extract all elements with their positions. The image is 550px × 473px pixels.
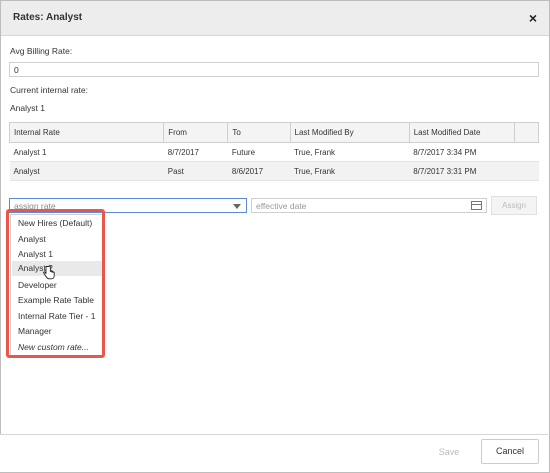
table-row[interactable]: Analyst Past 8/6/2017 True, Frank 8/7/20…: [9, 161, 539, 181]
cell-internal-rate: Analyst: [9, 161, 164, 181]
cell-internal-rate: Analyst 1: [9, 142, 164, 162]
column-header-to[interactable]: To: [227, 122, 291, 143]
assign-button[interactable]: Assign: [491, 196, 537, 215]
avg-billing-rate-value: 0: [14, 65, 19, 75]
effective-date-placeholder: effective date: [256, 201, 307, 211]
table-header-row: Internal Rate From To Last Modified By L…: [8, 122, 540, 143]
hand-pointer-icon: [43, 265, 55, 280]
cell-modified-by: True, Frank: [290, 161, 410, 181]
avg-billing-rate-label: Avg Billing Rate:: [10, 46, 73, 56]
cell-modified-date: 8/7/2017 3:34 PM: [409, 142, 515, 162]
rates-table: Internal Rate From To Last Modified By L…: [8, 122, 540, 181]
table-row[interactable]: Analyst 1 8/7/2017 Future True, Frank 8/…: [9, 142, 539, 162]
column-header-internal-rate[interactable]: Internal Rate: [8, 122, 165, 143]
current-internal-rate-value: Analyst 1: [10, 103, 45, 113]
column-header-spacer: [513, 122, 540, 143]
dialog-title: Rates: Analyst: [13, 12, 83, 23]
current-internal-rate-label: Current internal rate:: [10, 85, 88, 95]
effective-date-input[interactable]: effective date: [251, 198, 487, 213]
cell-to: Future: [227, 142, 290, 162]
column-header-from[interactable]: From: [163, 122, 229, 143]
avg-billing-rate-input[interactable]: 0: [9, 62, 539, 77]
calendar-icon[interactable]: [471, 201, 482, 210]
cell-modified-by: True, Frank: [290, 142, 410, 162]
column-header-last-modified-date[interactable]: Last Modified Date: [408, 122, 515, 143]
cancel-button[interactable]: Cancel: [481, 439, 539, 464]
highlight-annotation-box: [6, 209, 105, 358]
dialog-header: Rates: Analyst ×: [1, 1, 549, 36]
column-header-last-modified-by[interactable]: Last Modified By: [289, 122, 410, 143]
close-icon[interactable]: ×: [529, 10, 537, 26]
cell-from: 8/7/2017: [163, 142, 228, 162]
cell-from: Past: [163, 161, 228, 181]
chevron-down-icon[interactable]: [233, 204, 241, 209]
cell-to: 8/6/2017: [227, 161, 290, 181]
save-button[interactable]: Save: [420, 441, 478, 463]
cell-modified-date: 8/7/2017 3:31 PM: [409, 161, 515, 181]
